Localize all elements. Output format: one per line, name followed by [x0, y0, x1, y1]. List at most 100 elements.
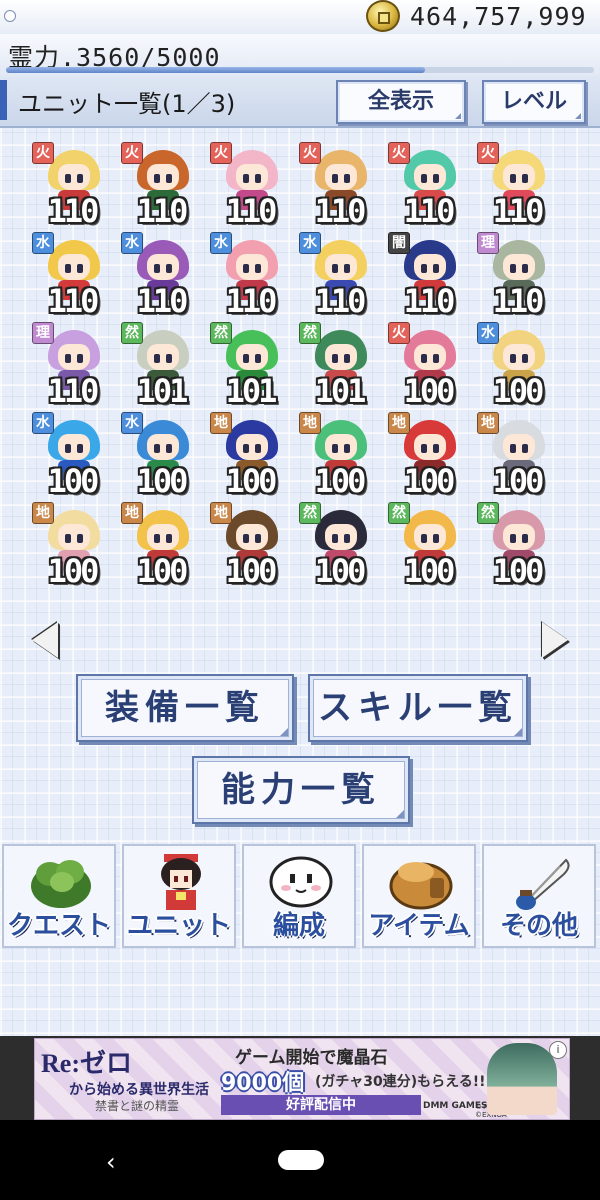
menu-formation[interactable]: 編成 [242, 844, 356, 948]
element-badge: 火 [388, 322, 410, 344]
element-badge: 理 [32, 322, 54, 344]
unit-card[interactable]: 理 110 [473, 228, 561, 320]
element-badge: 火 [299, 142, 321, 164]
unit-eye [332, 444, 338, 453]
unit-level: 100 [136, 552, 189, 590]
ad-count: 9000個 [221, 1071, 305, 1096]
element-badge: 地 [388, 412, 410, 434]
unit-eye [255, 174, 261, 183]
ad-info-icon[interactable]: i [549, 1041, 567, 1059]
unit-card[interactable]: 水 110 [206, 228, 294, 320]
unit-card[interactable]: 地 100 [206, 408, 294, 500]
unit-face [503, 344, 535, 370]
unit-face [325, 524, 357, 550]
unit-eye [65, 264, 71, 273]
unit-card[interactable]: 然 101 [117, 318, 205, 410]
unit-face [236, 164, 268, 190]
unit-card[interactable]: 地 100 [117, 498, 205, 590]
prev-page-arrow-icon[interactable] [32, 622, 58, 658]
show-all-button[interactable]: 全表示 [336, 80, 466, 124]
unit-card[interactable]: 地 100 [28, 498, 116, 590]
sort-level-button[interactable]: レベル [482, 80, 586, 124]
element-badge: 理 [477, 232, 499, 254]
unit-face [147, 254, 179, 280]
unit-card[interactable]: 水 100 [28, 408, 116, 500]
unit-card[interactable]: 火 110 [473, 138, 561, 230]
unit-card[interactable]: 火 110 [28, 138, 116, 230]
unit-eye [166, 444, 172, 453]
unit-level: 110 [47, 372, 100, 410]
unit-card[interactable]: 然 101 [206, 318, 294, 410]
unit-card[interactable]: 理 110 [28, 318, 116, 410]
menu-formation-label: 編成 [272, 911, 325, 941]
unit-eye [344, 534, 350, 543]
unit-card[interactable]: 地 100 [473, 408, 561, 500]
unit-card[interactable]: 火 110 [206, 138, 294, 230]
unit-card[interactable]: 水 110 [295, 228, 383, 320]
home-pill-icon[interactable] [278, 1150, 324, 1170]
unit-card[interactable]: 水 110 [28, 228, 116, 320]
unit-card[interactable]: 地 100 [384, 408, 472, 500]
equipment-list-button[interactable]: 装備一覧 [76, 674, 294, 742]
next-page-arrow-icon[interactable] [542, 622, 568, 658]
skill-list-button[interactable]: スキル一覧 [308, 674, 528, 742]
unit-eye [433, 354, 439, 363]
unit-eye [243, 354, 249, 363]
back-icon[interactable]: ‹ [106, 1148, 116, 1176]
unit-card[interactable]: 火 110 [384, 138, 472, 230]
main-menu: クエスト ユニット 編成 アイテム その他 [2, 844, 598, 948]
unit-card[interactable]: 火 100 [384, 318, 472, 410]
element-badge: 然 [299, 322, 321, 344]
unit-card[interactable]: 然 100 [384, 498, 472, 590]
menu-item[interactable]: アイテム [362, 844, 476, 948]
unit-level: 100 [492, 552, 545, 590]
unit-face [414, 254, 446, 280]
element-badge: 水 [121, 232, 143, 254]
unit-eye [421, 444, 427, 453]
unit-card[interactable]: 水 100 [117, 408, 205, 500]
element-badge: 水 [32, 232, 54, 254]
coin-icon [366, 0, 400, 32]
menu-unit[interactable]: ユニット [122, 844, 236, 948]
unit-card[interactable]: 然 101 [295, 318, 383, 410]
element-badge: 然 [477, 502, 499, 524]
menu-quest[interactable]: クエスト [2, 844, 116, 948]
unit-eye [433, 174, 439, 183]
element-badge: 地 [32, 502, 54, 524]
unit-face [325, 254, 357, 280]
element-badge: 地 [210, 412, 232, 434]
unit-eye [166, 264, 172, 273]
unit-card[interactable]: 火 110 [295, 138, 383, 230]
unit-face [414, 524, 446, 550]
ability-list-button[interactable]: 能力一覧 [192, 756, 410, 824]
unit-card[interactable]: 火 110 [117, 138, 205, 230]
unit-face [503, 254, 535, 280]
element-badge: 然 [299, 502, 321, 524]
unit-card[interactable]: 然 100 [473, 498, 561, 590]
ad-banner[interactable]: Re:ゼロ から始める異世界生活 禁書と謎の精霊 ゲーム開始で魔晶石 9000個… [34, 1038, 570, 1120]
unit-card[interactable]: 地 100 [295, 408, 383, 500]
unit-level: 110 [47, 192, 100, 230]
unit-card[interactable]: 闇 110 [384, 228, 472, 320]
unit-level: 100 [492, 372, 545, 410]
unit-level: 110 [492, 282, 545, 320]
menu-other[interactable]: その他 [482, 844, 596, 948]
spirit-power-gauge [6, 67, 594, 73]
unit-card[interactable]: 水 110 [117, 228, 205, 320]
unit-card[interactable]: 然 100 [295, 498, 383, 590]
unit-level: 100 [314, 552, 367, 590]
unit-face [414, 434, 446, 460]
unit-eye [522, 264, 528, 273]
menu-other-label: その他 [499, 911, 578, 941]
unit-eye [510, 354, 516, 363]
unit-eye [344, 174, 350, 183]
element-badge: 火 [210, 142, 232, 164]
menu-item-label: アイテム [368, 911, 470, 941]
unit-eye [421, 174, 427, 183]
unit-face [503, 164, 535, 190]
unit-card[interactable]: 水 100 [473, 318, 561, 410]
element-badge: 水 [477, 322, 499, 344]
unit-eye [510, 174, 516, 183]
unit-card[interactable]: 地 100 [206, 498, 294, 590]
unit-eye [332, 264, 338, 273]
